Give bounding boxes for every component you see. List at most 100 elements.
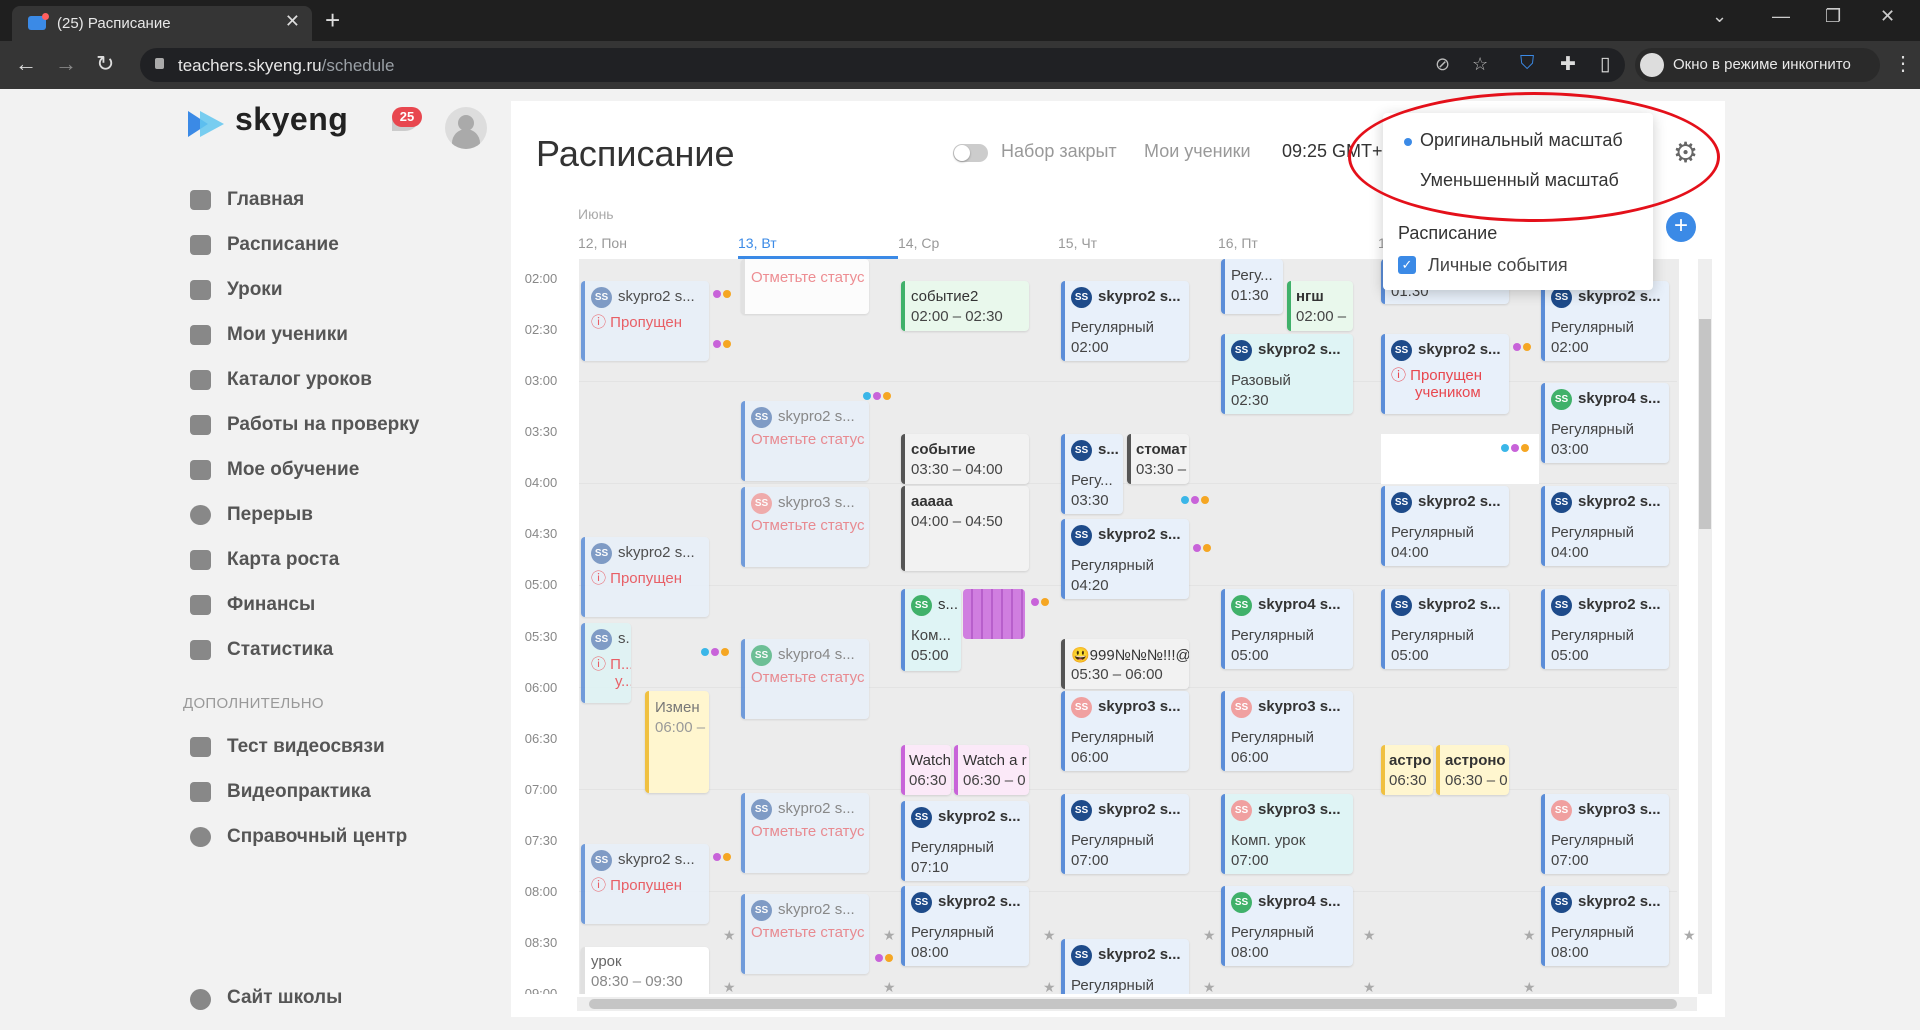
lesson-event[interactable]: SS skypro2 s... Отметьте статус: [741, 894, 869, 974]
lesson-event[interactable]: SS s... Регу... 03:30: [1061, 434, 1123, 514]
browser-menu-icon[interactable]: ⋮: [1893, 51, 1913, 76]
star-icon[interactable]: ★: [1043, 979, 1056, 994]
lesson-event[interactable]: SS skypro2 s... Регулярный 07:10: [901, 801, 1029, 881]
star-icon[interactable]: ★: [1523, 927, 1536, 944]
incognito-indicator[interactable]: Окно в режиме инкогнито: [1635, 48, 1880, 82]
tab-search-icon[interactable]: ⌄: [1712, 6, 1727, 27]
add-event-button[interactable]: +: [1666, 212, 1696, 242]
lesson-event[interactable]: SS skypro2 s... Регулярный 07:00: [1061, 794, 1189, 874]
user-avatar[interactable]: [445, 107, 487, 149]
bookmark-star-icon[interactable]: ☆: [1472, 54, 1488, 75]
horizontal-scrollbar[interactable]: [577, 997, 1697, 1011]
lesson-event[interactable]: SS skypro4 s... Отметьте статус: [741, 639, 869, 719]
personal-event[interactable]: Измен 06:00 –: [645, 691, 709, 793]
star-icon[interactable]: ★: [1203, 979, 1216, 994]
lesson-event[interactable]: SS skypro4 s... Регулярный 03:00: [1541, 383, 1669, 463]
lesson-event[interactable]: SS s... Ком... 05:00: [901, 589, 961, 671]
day-header-fri[interactable]: 16, Пт: [1218, 235, 1258, 251]
side-panel-icon[interactable]: ▯: [1600, 53, 1610, 76]
lesson-event[interactable]: SS skypro2 s... ⓘ Пропущен: [581, 844, 709, 924]
lesson-event[interactable]: SS skypro3 s... Комп. урок 07:00: [1221, 794, 1353, 874]
close-window-button[interactable]: ✕: [1880, 6, 1895, 27]
personal-event[interactable]: Watch a r 06:30 – 0: [954, 745, 1029, 795]
lesson-event[interactable]: Регу... 01:30: [1221, 259, 1283, 314]
lesson-event[interactable]: SS skypro2 s... Регулярный 04:00: [1541, 486, 1669, 566]
restore-button[interactable]: ❐: [1825, 6, 1841, 27]
star-icon[interactable]: ★: [1523, 979, 1536, 994]
lesson-event[interactable]: SS skypro4 s... Регулярный 05:00: [1221, 589, 1353, 669]
star-icon[interactable]: ★: [883, 927, 896, 944]
personal-events-label[interactable]: Личные события: [1428, 255, 1568, 276]
star-icon[interactable]: ★: [883, 979, 896, 994]
star-icon[interactable]: ★: [723, 979, 736, 994]
vertical-scrollbar[interactable]: [1698, 259, 1712, 994]
back-button[interactable]: ←: [15, 51, 37, 77]
close-tab-icon[interactable]: ✕: [285, 11, 300, 32]
lesson-event[interactable]: SS skypro2 s... Регулярный 02:00: [1061, 281, 1189, 361]
personal-event[interactable]: ааааа 04:00 – 04:50: [901, 486, 1029, 571]
scroll-thumb[interactable]: [589, 999, 1677, 1009]
avatar: SS: [911, 807, 932, 828]
lesson-event[interactable]: SS skypro2 s... ⓘ Пропущен: [581, 537, 709, 617]
lesson-event[interactable]: SS skypro2 s... Регулярный: [1061, 939, 1189, 994]
lesson-event[interactable]: SS skypro4 s... Регулярный 08:00: [1221, 886, 1353, 966]
lesson-event[interactable]: SS s... ⓘ П... у...: [581, 623, 631, 703]
address-bar[interactable]: teachers.skyeng.ru/schedule ⊘ ☆: [140, 48, 1625, 82]
personal-event[interactable]: нгш 02:00 –: [1287, 281, 1353, 331]
browser-tab[interactable]: (25) Расписание ✕: [12, 6, 312, 41]
lesson-event[interactable]: SS skypro2 s... ⓘ Пропущен учеником: [1381, 334, 1509, 414]
star-icon[interactable]: ★: [1683, 927, 1696, 944]
logo-text[interactable]: skyeng: [235, 101, 348, 138]
star-icon[interactable]: ★: [723, 927, 736, 944]
lesson-event[interactable]: SS skypro2 s... Регулярный 02:00: [1541, 281, 1669, 361]
personal-event[interactable]: 😃999№№№!!!@ 05:30 – 06:00: [1061, 639, 1189, 689]
lesson-event[interactable]: SS skypro2 s... Регулярный 05:00: [1541, 589, 1669, 669]
eye-off-icon[interactable]: ⊘: [1435, 54, 1450, 75]
event-title: s...: [938, 596, 959, 613]
extensions-puzzle-icon[interactable]: ✚: [1560, 53, 1576, 76]
my-students-link[interactable]: Мои ученики: [1144, 141, 1251, 162]
star-icon[interactable]: ★: [1363, 927, 1376, 944]
lesson-event[interactable]: SS skypro2 s... Регулярный 04:20: [1061, 519, 1189, 599]
day-header-thu[interactable]: 15, Чт: [1058, 235, 1097, 251]
event-type: Регулярный: [1231, 627, 1314, 644]
stacked-events[interactable]: [963, 589, 1025, 639]
reload-button[interactable]: ↻: [96, 51, 114, 77]
day-header-tue[interactable]: 13, Вт: [738, 235, 777, 251]
lesson-event[interactable]: SS skypro2 s... Отметьте статус: [741, 793, 869, 873]
star-icon[interactable]: ★: [1203, 927, 1216, 944]
lesson-event[interactable]: SS skypro2 s... Регулярный 05:00: [1381, 589, 1509, 669]
shield-extension-icon[interactable]: ⛉: [1520, 53, 1534, 75]
personal-event[interactable]: стомат 03:30 –: [1127, 434, 1189, 484]
lesson-event[interactable]: SS skypro3 s... Регулярный 07:00: [1541, 794, 1669, 874]
forward-button[interactable]: →: [55, 51, 77, 77]
scroll-thumb[interactable]: [1699, 319, 1711, 529]
lesson-event[interactable]: Отметьте статус: [741, 259, 869, 314]
lesson-event[interactable]: SS skypro2 s... Разовый 02:30: [1221, 334, 1353, 414]
personal-event[interactable]: Watch 06:30: [901, 745, 951, 795]
personal-event[interactable]: урок 08:30 – 09:30: [581, 947, 709, 994]
incognito-icon: [1640, 53, 1664, 77]
lesson-event[interactable]: SS skypro3 s... Регулярный 06:00: [1061, 691, 1189, 771]
lesson-event[interactable]: SS skypro2 s... Регулярный 04:00: [1381, 486, 1509, 566]
day-header-wed[interactable]: 14, Ср: [898, 235, 939, 251]
lesson-event[interactable]: SS skypro2 s... Регулярный 08:00: [1541, 886, 1669, 966]
new-tab-button[interactable]: +: [325, 5, 340, 36]
minimize-button[interactable]: —: [1772, 6, 1790, 27]
day-header-mon[interactable]: 12, Пон: [578, 235, 627, 251]
personal-event[interactable]: астроно 06:30 – 0: [1436, 745, 1509, 795]
personal-event[interactable]: событие2 02:00 – 02:30: [901, 281, 1029, 331]
lesson-event[interactable]: SS skypro2 s... Регулярный 08:00: [901, 886, 1029, 966]
personal-event[interactable]: событие 03:30 – 04:00: [901, 434, 1029, 484]
event-title: урок: [591, 953, 622, 970]
personal-event[interactable]: астро 06:30: [1381, 745, 1433, 795]
star-icon[interactable]: ★: [1043, 927, 1056, 944]
personal-events-checkbox[interactable]: ✓: [1398, 256, 1416, 274]
lesson-event[interactable]: SS skypro2 s... ⓘ Пропущен: [581, 281, 709, 361]
lesson-event[interactable]: SS skypro3 s... Регулярный 06:00: [1221, 691, 1353, 771]
event-type: Регулярный: [911, 924, 994, 941]
lesson-event[interactable]: SS skypro3 s... Отметьте статус: [741, 487, 869, 567]
enrollment-toggle[interactable]: [953, 144, 988, 162]
star-icon[interactable]: ★: [1363, 979, 1376, 994]
lesson-event[interactable]: SS skypro2 s... Отметьте статус: [741, 401, 869, 481]
